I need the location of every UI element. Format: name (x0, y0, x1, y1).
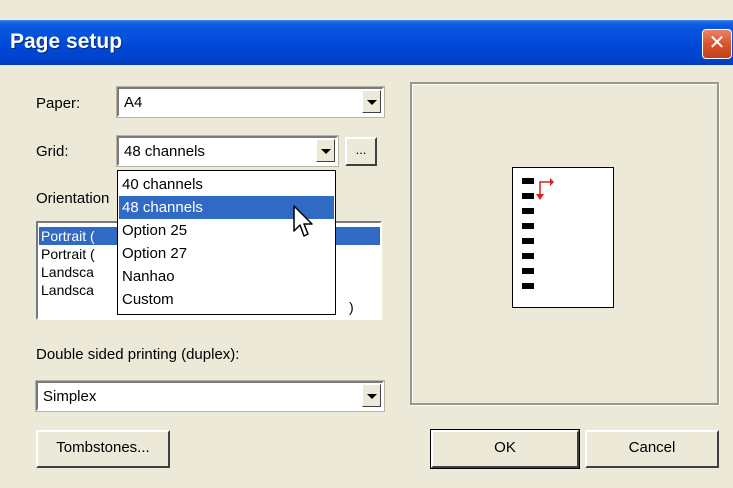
grid-option[interactable]: Nanhao (119, 265, 334, 288)
grid-value: 48 channels (124, 143, 205, 160)
orientation-item[interactable]: Portrait ( (41, 245, 95, 263)
dialog-title: Page setup (10, 30, 123, 53)
grid-select[interactable]: 48 channels (116, 135, 339, 167)
channel-mark (522, 283, 534, 289)
close-icon: ✕ (708, 32, 726, 54)
grid-option[interactable]: Custom (119, 288, 334, 311)
close-button[interactable]: ✕ (702, 29, 732, 59)
page-setup-dialog: Page setup ✕ Paper: A4 Grid: 48 channels… (0, 0, 733, 488)
title-bar[interactable]: Page setup ✕ (0, 20, 733, 65)
orientation-label: Orientation (36, 190, 110, 207)
dropdown-arrow-icon[interactable] (362, 90, 381, 113)
cancel-button[interactable]: Cancel (585, 430, 719, 468)
grid-label: Grid: (36, 143, 69, 160)
grid-more-button[interactable]: ... (345, 137, 377, 166)
grid-option[interactable]: Option 27 (119, 242, 334, 265)
duplex-label: Double sided printing (duplex): (36, 346, 240, 363)
ok-button[interactable]: OK (430, 429, 580, 469)
channel-mark (522, 238, 534, 244)
orientation-item[interactable]: Landsca (41, 281, 94, 299)
channel-mark (522, 268, 534, 274)
page-preview (512, 167, 614, 308)
paper-select[interactable]: A4 (116, 86, 385, 118)
duplex-select[interactable]: Simplex (35, 380, 385, 412)
channel-mark (522, 193, 534, 199)
paper-label: Paper: (36, 95, 81, 112)
dropdown-arrow-icon[interactable] (362, 384, 381, 407)
paper-value: A4 (124, 94, 143, 111)
grid-option[interactable]: 40 channels (119, 173, 334, 196)
channel-mark (522, 253, 534, 259)
grid-dropdown-list[interactable]: 40 channels 48 channels Option 25 Option… (117, 170, 336, 315)
channel-mark (522, 178, 534, 184)
duplex-value: Simplex (43, 388, 97, 405)
ok-label: OK (494, 439, 516, 456)
orientation-item-suffix: ) (349, 299, 354, 315)
tombstones-label: Tombstones... (56, 439, 150, 456)
orientation-item[interactable]: Landsca (41, 263, 94, 281)
channel-mark (522, 223, 534, 229)
cancel-label: Cancel (628, 439, 676, 456)
grid-more-label: ... (355, 142, 367, 157)
mouse-pointer-icon (293, 205, 313, 237)
orientation-marker-icon (536, 178, 554, 200)
tombstones-button[interactable]: Tombstones... (36, 430, 170, 468)
channel-mark (522, 208, 534, 214)
dropdown-arrow-icon[interactable] (316, 139, 335, 162)
